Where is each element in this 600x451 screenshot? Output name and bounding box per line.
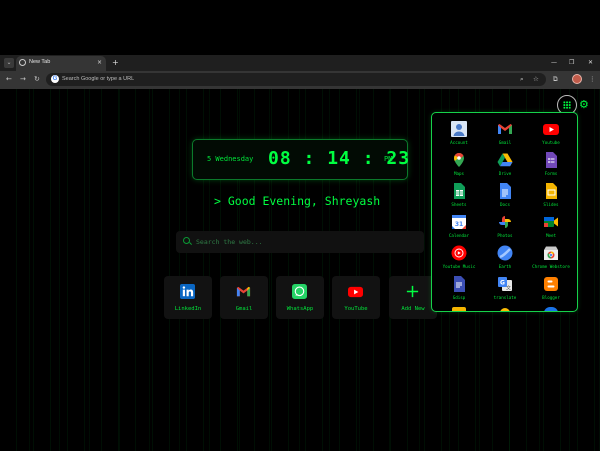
app-gdisp[interactable]: Gdisp [436,276,482,306]
svg-text:文: 文 [506,285,511,292]
app-gmail[interactable]: Gmail [482,121,528,151]
clock-ampm: PM [384,155,393,163]
calendar-icon: 31 [452,215,466,229]
blogger-icon [544,277,558,291]
app-label: Slides [543,202,559,207]
chrome-webstore-icon [544,246,558,260]
app-sheets[interactable]: Sheets [436,183,482,213]
app-calendar[interactable]: 31 Calendar [436,214,482,244]
sheets-icon [454,183,465,199]
gmail-icon [236,286,251,297]
profile-avatar[interactable] [572,74,582,84]
forms-icon [546,152,557,168]
app-label: Forms [544,171,558,176]
gear-icon[interactable]: ⚙ [579,98,589,112]
app-meet[interactable]: Meet [528,214,574,244]
app-docs[interactable]: Docs [482,183,528,213]
top-black-strip [0,0,600,55]
gdisp-icon [454,276,465,292]
linkedin-icon [180,284,195,299]
youtube-icon [543,124,559,135]
shortcut-label: WhatsApp [286,306,314,312]
maps-icon [454,152,464,167]
photos-icon [499,216,511,228]
drive-icon [497,153,513,167]
whatsapp-icon [292,284,307,299]
svg-text:31: 31 [455,221,463,228]
translate-icon: G 文 [498,277,512,292]
chrome-favicon-icon [19,59,26,66]
apps-grid-icon [563,101,571,109]
google-g-icon: G [51,75,59,83]
youtube-icon [348,286,363,298]
app-label: Youtube [542,140,560,145]
app-earth[interactable]: Earth [482,245,528,275]
app-chrome-webstore[interactable]: Chrome Webstore [528,245,574,275]
clock-hour: 08 [268,148,292,169]
search-input[interactable] [196,236,416,248]
shortcut-label: Gmail [235,306,253,312]
chrome-menu-icon[interactable]: ⋮ [589,74,596,85]
greeting-text: > Good Evening, Shreyash [214,194,381,208]
forward-button[interactable]: → [20,73,26,85]
account-icon [451,121,467,137]
app-partial-icon [500,308,510,311]
app-translate[interactable]: G 文 translate [482,276,528,306]
app-partial-icon [544,307,558,311]
app-label: Meet [545,233,557,238]
earth-icon [497,245,513,261]
minimize-button[interactable]: — [551,57,557,68]
svg-text:G: G [500,280,505,287]
app-photos[interactable]: Photos [482,214,528,244]
youtube-music-icon [451,245,467,261]
reload-button[interactable]: ↻ [34,73,40,85]
slides-icon [546,183,557,199]
gmail-icon [498,124,512,134]
docs-icon [500,183,511,199]
app-youtube-music[interactable]: Youtube Music [436,245,482,275]
shortcut-label: Add New [401,306,425,312]
shortcut-label: YouTube [344,306,368,312]
app-youtube[interactable]: Youtube [528,121,574,151]
tab-search-button[interactable]: ⌄ [4,58,14,68]
clock-minute: 14 [327,148,351,169]
app-forms[interactable]: Forms [528,152,574,182]
tab-close-icon[interactable]: × [97,58,102,67]
clock-date: 5 Wednesday [207,155,254,163]
extensions-icon[interactable]: ⧉ [553,74,558,85]
meet-icon [544,217,558,227]
apps-panel: Account Gmail Youtube Maps Drive Forms S… [431,112,578,312]
omnibox-placeholder[interactable]: Search Google or type a URL [62,75,134,84]
restore-button[interactable]: ❐ [569,57,574,68]
app-slides[interactable]: Slides [528,183,574,213]
app-blogger[interactable]: Blogger [528,276,574,306]
app-account[interactable]: Account [436,121,482,151]
back-button[interactable]: ← [6,73,12,85]
app-label: Blogger [542,295,560,300]
search-icon [183,237,190,244]
app-partial-icon [452,307,466,311]
app-maps[interactable]: Maps [436,152,482,182]
app-label: Chrome Webstore [532,264,570,269]
bookmark-star-icon[interactable]: ☆ [533,74,539,85]
plus-icon [406,285,419,298]
close-window-button[interactable]: ✕ [588,57,593,68]
tab-title: New Tab [29,59,51,65]
shortcut-label: LinkedIn [174,306,202,312]
lens-search-icon[interactable]: ⌕ [520,74,524,85]
app-drive[interactable]: Drive [482,152,528,182]
new-tab-button[interactable]: + [112,57,119,68]
